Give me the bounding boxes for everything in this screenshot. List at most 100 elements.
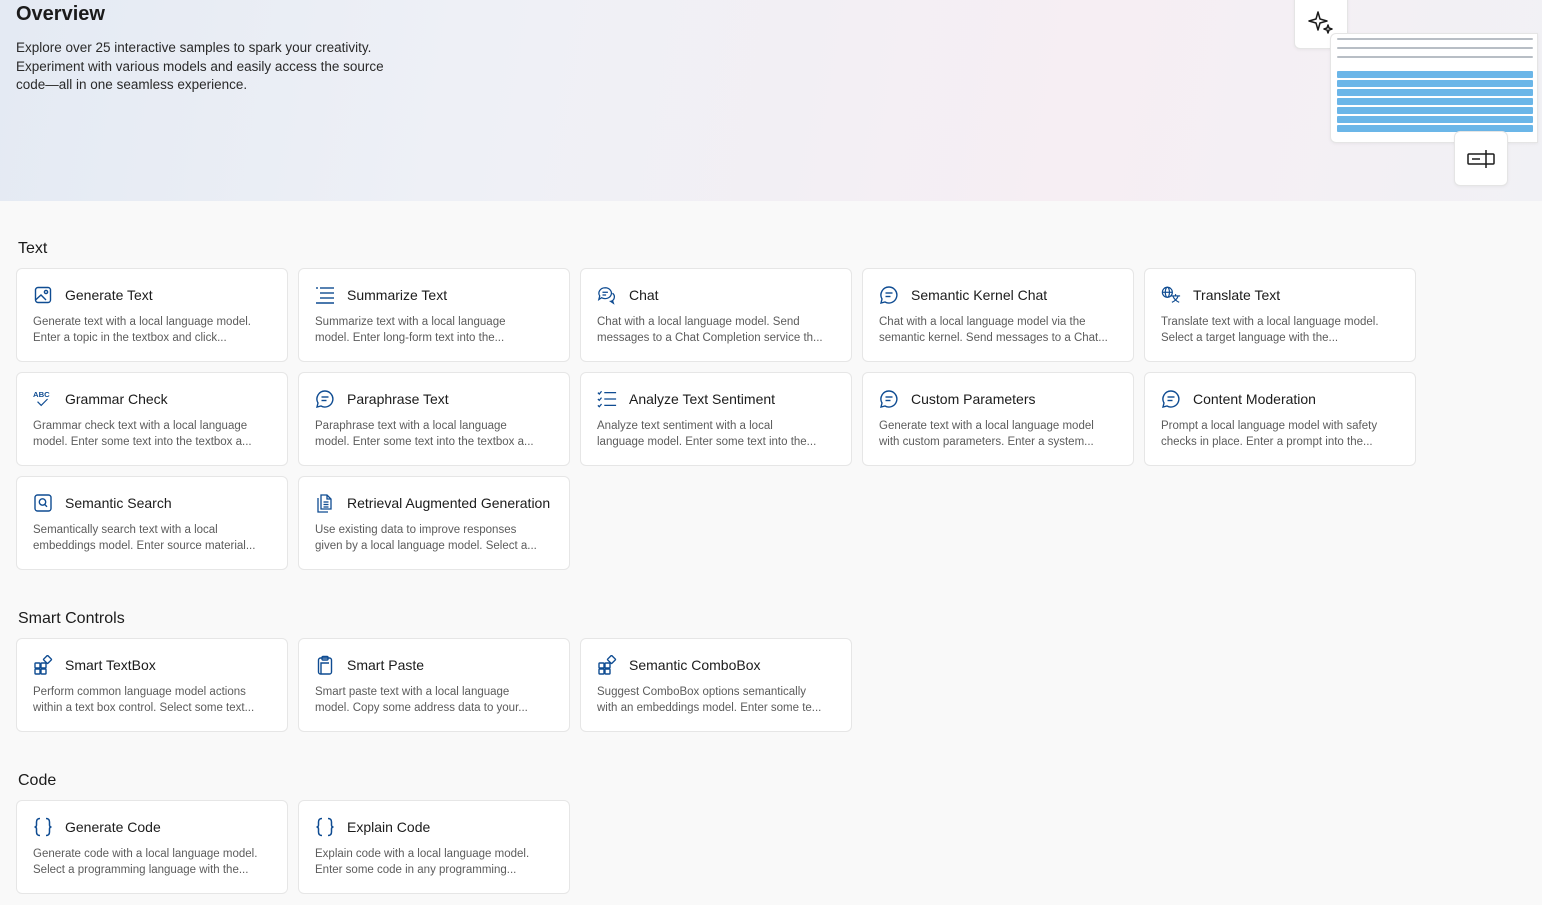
sample-card-description: Translate text with a local language mod… [1161,314,1403,346]
apps-add-icon [33,655,53,675]
sample-card-title: Chat [629,287,659,303]
sample-card-description: Semantically search text with a local emb… [33,522,275,554]
sample-card-description-line: Select a target language with the... [1161,332,1339,344]
sample-card-description-line: Enter a topic in the textbox and click..… [33,332,227,344]
hero-description: Explore over 25 interactive samples to s… [16,39,406,95]
sample-card-description: Suggest ComboBox options semantically wit… [597,684,839,716]
sample-card-description-line: Explain code with a local language model… [315,848,530,860]
sample-card-description: Paraphrase text with a local language mod… [315,418,557,450]
search-box-icon [33,493,53,513]
sample-card-description: Summarize text with a local language mode… [315,314,557,346]
sample-card-description-line: with custom parameters. Enter a system..… [879,436,1094,448]
sample-card-description-line: model. Enter long-form text into the... [315,332,505,344]
sample-card-chat[interactable]: Chat Chat with a local language model. Se… [580,268,852,362]
sample-card-generate-text[interactable]: Generate Text Generate text with a local … [16,268,288,362]
sample-card-title: Summarize Text [347,287,448,303]
sample-card-semantic-kernel-chat[interactable]: Semantic Kernel Chat Chat with a local la… [862,268,1134,362]
sample-card-title: Paraphrase Text [347,391,449,407]
sample-card-description-line: Suggest ComboBox options semantically [597,686,807,698]
sample-card-description-line: Paraphrase text with a local language [315,420,507,432]
hero-banner: Overview Explore over 25 interactive sam… [0,0,1542,201]
sample-card-analyze-text-sentiment[interactable]: Analyze Text Sentiment Analyze text senti… [580,372,852,466]
document-preview-tile [1330,33,1538,143]
hero-description-line: Experiment with various models and easil… [16,58,384,74]
sample-card-description-line: Translate text with a local language mod… [1161,316,1379,328]
sample-card-grammar-check[interactable]: ABC Grammar Check Grammar check text with … [16,372,288,466]
sample-card-description: Prompt a local language model with safet… [1161,418,1403,450]
section-title-text: Text [18,240,48,257]
sparkle-icon [1307,8,1335,36]
sample-card-description: Perform common language model actions wit… [33,684,275,716]
sample-card-title: Generate Text [65,287,153,303]
textbox-tile [1454,131,1508,186]
sample-card-title: Semantic Search [65,495,172,511]
document-preview [1337,38,1533,134]
sample-card-description: Explain code with a local language model… [315,846,557,878]
sample-card-description-line: messages to a Chat Completion service th… [597,332,823,344]
sample-card-description: Smart paste text with a local language mo… [315,684,557,716]
sample-card-summarize-text[interactable]: Summarize Text Summarize text with a loca… [298,268,570,362]
svg-text:ABC: ABC [33,390,50,399]
sample-card-description: Analyze text sentiment with a local langu… [597,418,839,450]
sample-card-retrieval-augmented-generation[interactable]: Retrieval Augmented Generation Use existi… [298,476,570,570]
apps-add-icon [597,655,617,675]
sample-card-title: Smart TextBox [65,657,156,673]
sample-card-description: Chat with a local language model. Send me… [597,314,839,346]
chat-bubble-icon [879,389,899,409]
sample-card-description-line: with an embeddings model. Enter some te.… [597,702,822,714]
sample-card-description-line: checks in place. Enter a prompt into the… [1161,436,1373,448]
checklist-icon [597,389,617,409]
sample-card-generate-code[interactable]: Generate Code Generate code with a local … [16,800,288,894]
sample-card-description: Generate text with a local language mode… [33,314,275,346]
sample-card-translate-text[interactable]: Translate Text Translate text with a loca… [1144,268,1416,362]
sample-card-description-line: within a text box control. Select some t… [33,702,255,714]
sample-card-explain-code[interactable]: Explain Code Explain code with a local la… [298,800,570,894]
sample-card-description-line: Prompt a local language model with safet… [1161,420,1378,432]
chat-bubble-icon [315,389,335,409]
sample-card-custom-parameters[interactable]: Custom Parameters Generate text with a lo… [862,372,1134,466]
sample-card-description: Use existing data to improve responses gi… [315,522,557,554]
sample-card-semantic-combobox[interactable]: Semantic ComboBox Suggest ComboBox option… [580,638,852,732]
spellcheck-icon: ABC [33,389,53,409]
sample-card-description-line: language model. Enter some text into the… [597,436,817,448]
sample-card-description: Generate code with a local language mode… [33,846,275,878]
sample-card-description-line: Generate code with a local language mode… [33,848,258,860]
page-title: Overview [16,3,105,25]
sample-card-semantic-search[interactable]: Semantic Search Semantically search text … [16,476,288,570]
sample-card-paraphrase-text[interactable]: Paraphrase Text Paraphrase text with a lo… [298,372,570,466]
sample-card-description-line: Perform common language model actions [33,686,246,698]
sample-card-description-line: Grammar check text with a local language [33,420,248,432]
sample-card-title: Semantic Kernel Chat [911,287,1048,303]
translate-icon [1161,285,1181,305]
image-icon [33,285,53,305]
sample-card-title: Translate Text [1193,287,1281,303]
sample-card-description: Chat with a local language model via the… [879,314,1121,346]
sample-card-description-line: Select a programming language with the..… [33,864,249,876]
sample-card-description-line: Enter some code in any programming... [315,864,517,876]
sample-card-smart-textbox[interactable]: Smart TextBox Perform common language mod… [16,638,288,732]
sample-card-description-line: Semantically search text with a local [33,524,218,536]
sample-card-description-line: semantic kernel. Send messages to a Chat… [879,332,1108,344]
sample-card-title: Analyze Text Sentiment [629,391,776,407]
section-title-code: Code [18,772,57,789]
sample-card-title: Retrieval Augmented Generation [347,495,551,511]
sample-card-title: Grammar Check [65,391,168,407]
sample-card-description: Generate text with a local language mode… [879,418,1121,450]
braces-icon [315,817,335,837]
sample-card-description-line: model. Copy some address data to your... [315,702,528,714]
sample-card-description-line: model. Enter some text into the textbox … [33,436,252,448]
sample-card-description: Grammar check text with a local language… [33,418,275,450]
sample-card-title: Generate Code [65,819,161,835]
sample-card-description-line: given by a local language model. Select … [315,540,537,552]
clipboard-icon [315,655,335,675]
sample-card-description-line: Generate text with a local language mode… [33,316,251,328]
chat-bubble-icon [1161,389,1181,409]
hero-description-line: code—all in one seamless experience. [16,77,248,92]
sample-card-content-moderation[interactable]: Content Moderation Prompt a local languag… [1144,372,1416,466]
hero-description-line: Explore over 25 interactive samples to s… [16,40,372,55]
sample-card-description-line: Analyze text sentiment with a local [597,420,773,432]
chat-icon [597,285,617,305]
sample-card-smart-paste[interactable]: Smart Paste Smart paste text with a local… [298,638,570,732]
braces-icon [33,817,53,837]
sample-card-description-line: Use existing data to improve responses [315,524,517,536]
